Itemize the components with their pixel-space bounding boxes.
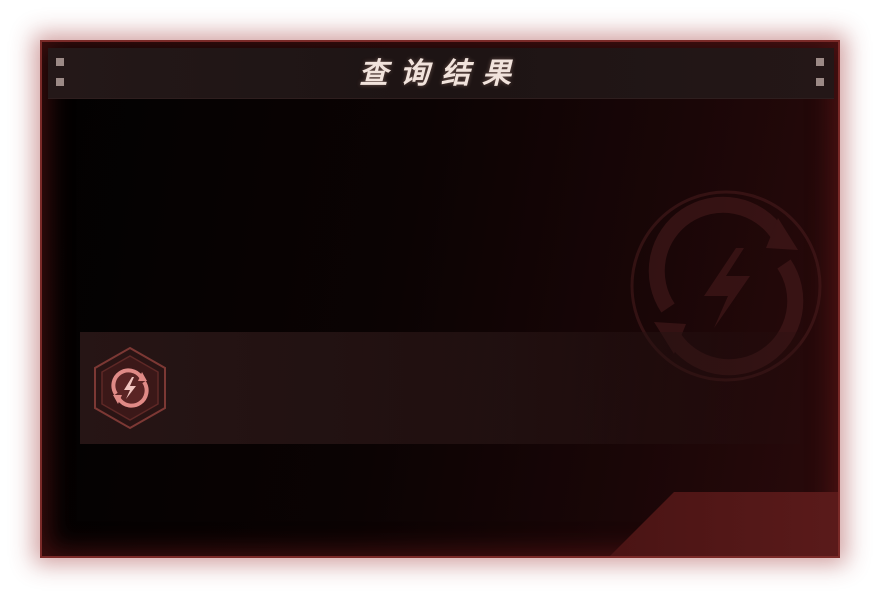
dialog-title: 查询结果 (358, 56, 523, 90)
title-bar: 查询结果 (48, 48, 834, 99)
result-row[interactable] (80, 332, 800, 444)
corner-decoration-plate (610, 492, 838, 556)
energy-refresh-icon (94, 346, 166, 430)
query-result-dialog: 查询结果 (40, 40, 840, 558)
